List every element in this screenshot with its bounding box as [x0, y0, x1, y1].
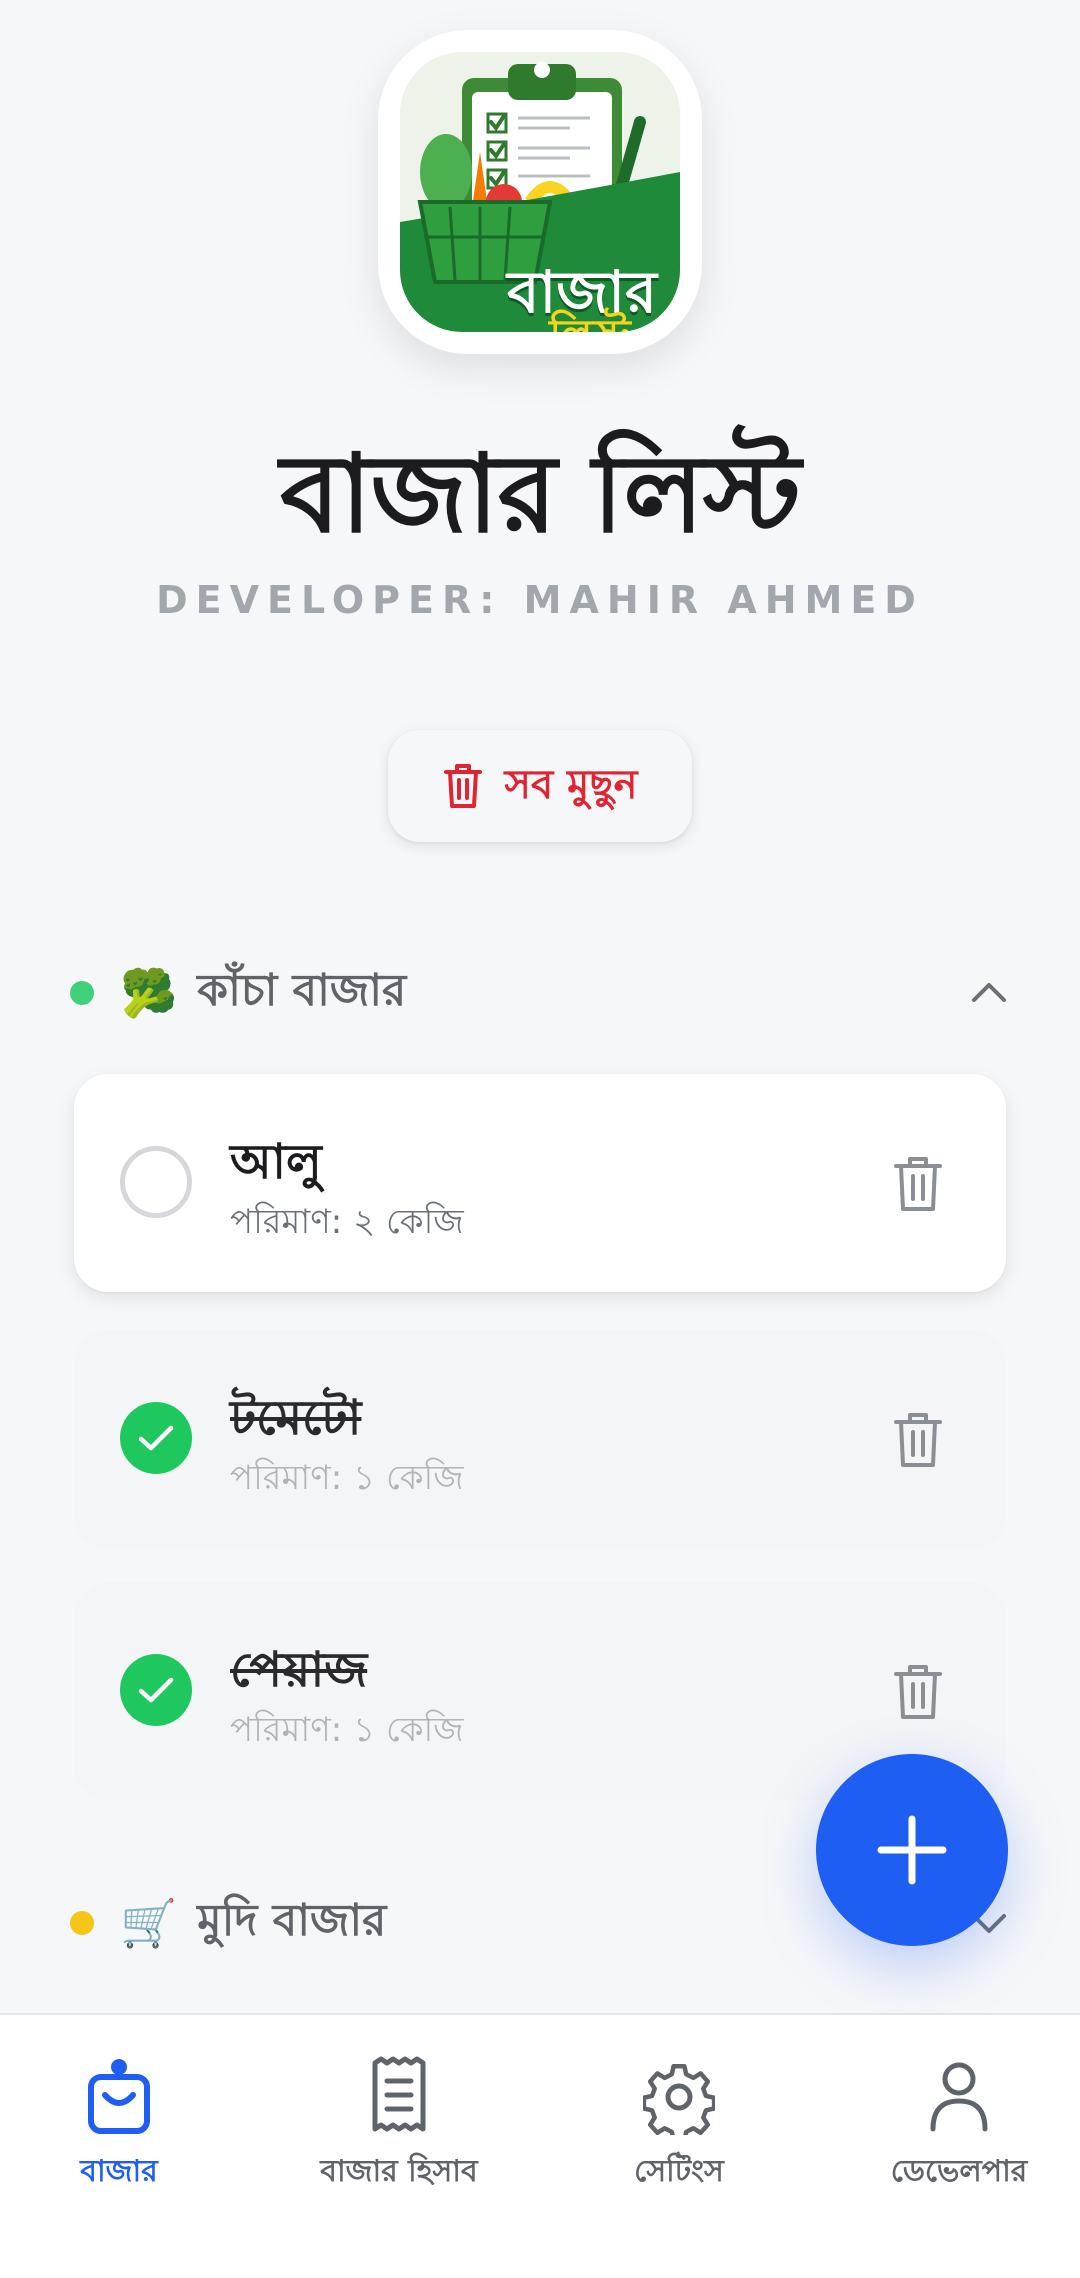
nav-item-hisab[interactable]: বাজার হিসাব	[264, 2055, 534, 2205]
checkmark-icon	[138, 1677, 174, 1703]
nav-label: বাজার হিসাব	[320, 2154, 478, 2189]
plus-icon	[877, 1815, 947, 1885]
trash-icon	[443, 764, 482, 808]
cart-icon: 🛒	[120, 1895, 178, 1950]
broccoli-icon: 🥦	[120, 965, 178, 1020]
developer-credit: DEVELOPER: MAHIR AHMED	[156, 578, 924, 622]
shopping-bag-icon	[88, 2059, 150, 2134]
nav-item-settings[interactable]: সেটিংস	[544, 2055, 814, 2205]
bottom-nav: বাজার বাজার হিসাব সেটিংস ডেভেলপার	[0, 2013, 1080, 2278]
delete-item-icon[interactable]	[890, 1154, 946, 1214]
item-quantity: পরিমাণ: ১ কেজি	[230, 1458, 464, 1498]
item-checkbox-checked[interactable]	[120, 1402, 192, 1474]
logo-text-list: লিস্ট	[480, 302, 680, 332]
item-name: পেয়াজ	[230, 1642, 368, 1698]
nav-item-developer[interactable]: ডেভেলপার	[824, 2055, 1080, 2205]
nav-label: ডেভেলপার	[890, 2154, 1028, 2189]
delete-item-icon[interactable]	[890, 1410, 946, 1470]
section-status-dot	[70, 1911, 94, 1935]
item-name: আলু	[230, 1134, 322, 1190]
clear-all-button[interactable]: সব মুছুন	[388, 730, 692, 842]
list-item[interactable]: আলু পরিমাণ: ২ কেজি	[74, 1074, 1006, 1292]
page-title: বাজার লিস্ট	[280, 432, 801, 557]
section-title: মুদি বাজার	[197, 1894, 387, 1946]
item-checkbox[interactable]	[120, 1146, 192, 1218]
user-icon	[930, 2062, 988, 2132]
app-logo: বাজার লিস্ট	[400, 52, 680, 332]
receipt-icon	[372, 2056, 426, 2132]
clear-all-label: সব মুছুন	[504, 761, 638, 808]
checkmark-icon	[138, 1425, 174, 1451]
section-status-dot	[70, 981, 94, 1005]
add-item-button[interactable]	[816, 1754, 1008, 1946]
list-item[interactable]: টমেটো পরিমাণ: ১ কেজি	[74, 1330, 1006, 1548]
item-name: টমেটো	[230, 1390, 362, 1446]
item-quantity: পরিমাণ: ১ কেজি	[230, 1710, 464, 1750]
item-quantity: পরিমাণ: ২ কেজি	[230, 1202, 464, 1242]
nav-item-bazar[interactable]: বাজার	[0, 2055, 254, 2205]
section-title: কাঁচা বাজার	[197, 964, 407, 1016]
nav-label: বাজার	[80, 2154, 158, 2189]
item-checkbox-checked[interactable]	[120, 1654, 192, 1726]
delete-item-icon[interactable]	[890, 1662, 946, 1722]
chevron-up-icon[interactable]	[968, 972, 1010, 1014]
gear-icon	[643, 2063, 715, 2135]
section-header-kacha-bazar[interactable]: 🥦 কাঁচা বাজার	[70, 958, 1010, 1028]
app-logo-frame: বাজার লিস্ট	[378, 30, 702, 354]
nav-label: সেটিংস	[634, 2154, 724, 2189]
